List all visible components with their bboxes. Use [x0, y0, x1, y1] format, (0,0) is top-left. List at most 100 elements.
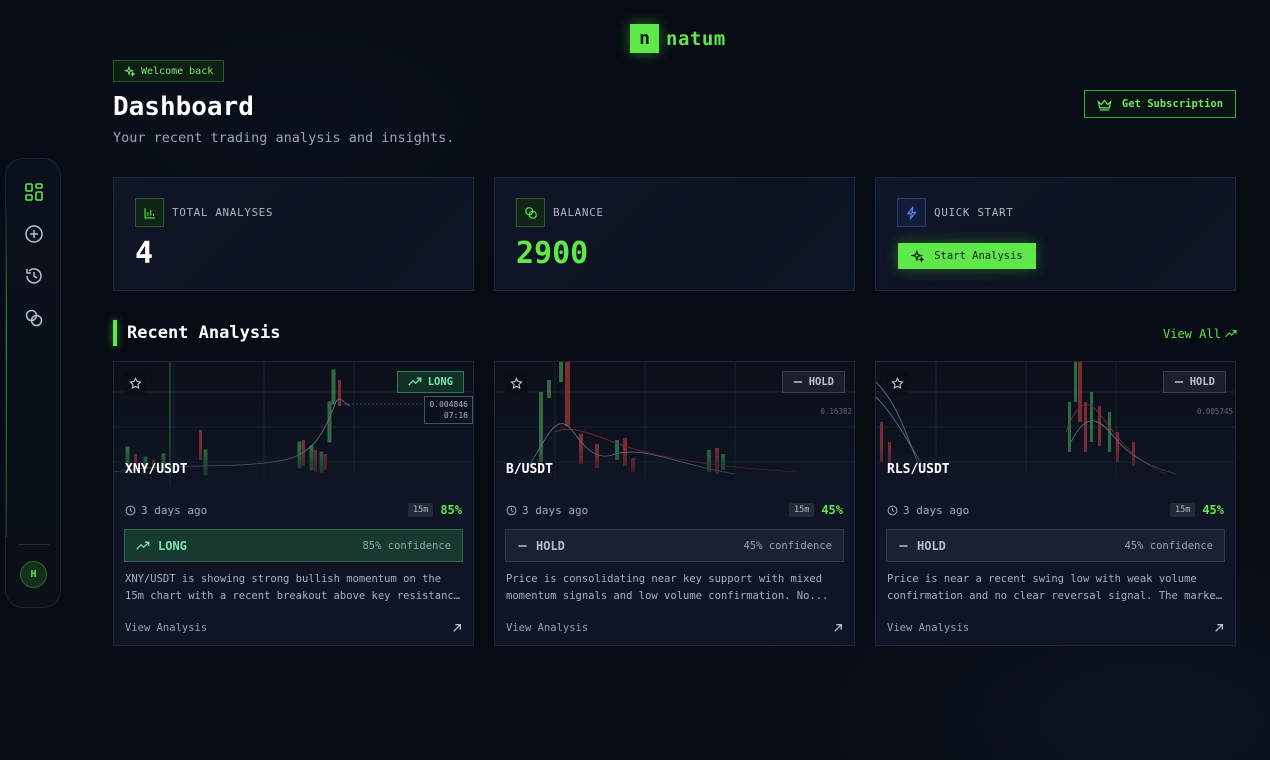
section-accent-bar — [113, 320, 117, 346]
plus-circle-icon — [25, 225, 43, 243]
confidence-text: 85% confidence — [362, 539, 451, 552]
sidebar-item-new-analysis[interactable] — [23, 223, 45, 245]
coins-icon — [516, 198, 545, 227]
analysis-description: Price is consolidating near key support … — [506, 571, 844, 605]
description-line: 15m chart with a recent breakout above k… — [125, 590, 463, 602]
welcome-text: Welcome back — [141, 65, 214, 77]
signal-row: HOLD 45% confidence — [886, 529, 1225, 562]
star-icon — [509, 376, 523, 389]
pair-name: B/USDT — [506, 462, 553, 477]
sidebar-divider — [19, 544, 49, 545]
time-ago: 3 days ago — [141, 503, 208, 517]
sidebar-item-dashboard[interactable] — [23, 181, 45, 203]
pair-name: RLS/USDT — [887, 462, 950, 477]
price-label: 0.005745 — [1196, 407, 1233, 416]
price-value: 0.004846 — [429, 400, 468, 409]
trending-up-icon — [136, 541, 150, 550]
confidence-text: 45% confidence — [743, 539, 832, 552]
trending-up-icon — [407, 377, 422, 386]
view-analysis-link[interactable]: View Analysis — [887, 622, 1224, 634]
analysis-description: Price is near a recent swing low with we… — [887, 571, 1225, 605]
timeframe-badge: 15m — [788, 503, 815, 517]
favorite-button[interactable] — [124, 372, 146, 394]
card-meta: 3 days ago 15m 45% — [506, 502, 843, 518]
view-analysis-link[interactable]: View Analysis — [506, 622, 843, 634]
trending-up-icon — [1224, 330, 1237, 338]
signal-name: LONG — [158, 538, 187, 553]
confidence-percent: 45% — [1202, 503, 1224, 517]
clock-icon — [506, 505, 517, 515]
sparkles-icon — [124, 65, 135, 77]
description-line: momentum signals and low volume confirma… — [506, 590, 829, 602]
favorite-button[interactable] — [505, 372, 527, 394]
get-subscription-button[interactable]: Get Subscription — [1084, 90, 1236, 118]
card-meta: 3 days ago 15m 45% — [887, 502, 1224, 518]
arrow-up-right-icon — [834, 624, 842, 632]
signal-badge-label: HOLD — [808, 376, 834, 388]
view-all-link[interactable]: View All — [1163, 327, 1237, 341]
description-line: XNY/USDT is showing strong bullish momen… — [125, 573, 442, 585]
confidence-percent: 85% — [440, 503, 462, 517]
lightning-icon — [897, 198, 926, 227]
arrow-up-right-icon — [453, 624, 461, 632]
bar-chart-icon — [135, 198, 164, 227]
description-line: Price is near a recent swing low with we… — [887, 573, 1197, 585]
timeframe-badge: 15m — [407, 503, 434, 517]
signal-row: LONG 85% confidence — [124, 529, 463, 562]
stat-card-quick-start: QUICK START Start Analysis — [875, 177, 1236, 291]
signal-name: HOLD — [917, 538, 946, 553]
star-icon — [128, 376, 142, 389]
analysis-card[interactable]: 0.005745 HOLD RLS/USDT 3 days ago 15m 45… — [875, 361, 1236, 646]
view-analysis-label: View Analysis — [887, 622, 970, 634]
welcome-badge: Welcome back — [113, 60, 225, 82]
price-tag: 0.004846 07:16 — [424, 396, 473, 424]
signal-badge: HOLD — [1162, 371, 1226, 393]
crown-icon — [1097, 98, 1112, 111]
analysis-card[interactable]: 0.004846 07:16 LONG XNY/USDT 3 days ago … — [113, 361, 474, 646]
sidebar-item-history[interactable] — [23, 265, 45, 287]
avatar[interactable]: H — [20, 561, 47, 588]
clock-icon — [125, 505, 136, 515]
minus-icon — [899, 544, 908, 547]
price-label: 0.16382 — [820, 407, 852, 416]
page-title: Dashboard — [113, 92, 254, 122]
time-ago: 3 days ago — [522, 503, 589, 517]
stat-card-total-analyses: TOTAL ANALYSES 4 — [113, 177, 474, 291]
view-analysis-link[interactable]: View Analysis — [125, 622, 462, 634]
view-analysis-label: View Analysis — [125, 622, 208, 634]
timeframe-badge: 15m — [1169, 503, 1196, 517]
history-icon — [26, 268, 42, 284]
arrow-up-right-icon — [1215, 624, 1223, 632]
minus-icon — [1174, 381, 1183, 383]
sidebar: H — [5, 158, 61, 608]
card-meta: 3 days ago 15m 85% — [125, 502, 462, 518]
description-line: Price is consolidating near key support … — [506, 573, 823, 585]
signal-badge: HOLD — [781, 371, 845, 393]
analysis-card[interactable]: 0.16382 HOLD B/USDT 3 days ago 15m 45% H… — [494, 361, 855, 646]
minus-icon — [793, 381, 802, 383]
confidence-percent: 45% — [821, 503, 843, 517]
favorite-button[interactable] — [886, 372, 908, 394]
stat-label: TOTAL ANALYSES — [172, 206, 274, 219]
sidebar-item-coins[interactable] — [23, 307, 45, 329]
stat-value-balance: 2900 — [516, 236, 589, 271]
get-subscription-label: Get Subscription — [1121, 98, 1224, 110]
stat-label: BALANCE — [553, 206, 604, 219]
price-time: 07:16 — [443, 411, 468, 420]
logo-text: natum — [666, 27, 726, 50]
coins-icon — [25, 309, 43, 327]
stat-label: QUICK START — [934, 206, 1014, 219]
app-logo[interactable]: n natum — [630, 24, 726, 53]
signal-row: HOLD 45% confidence — [505, 529, 844, 562]
section-title: Recent Analysis — [127, 323, 281, 343]
dashboard-icon — [25, 183, 43, 201]
view-analysis-label: View Analysis — [506, 622, 589, 634]
signal-name: HOLD — [536, 538, 565, 553]
start-analysis-button[interactable]: Start Analysis — [898, 243, 1036, 269]
logo-mark: n — [630, 24, 659, 53]
view-all-label: View All — [1163, 327, 1221, 341]
analysis-description: XNY/USDT is showing strong bullish momen… — [125, 571, 463, 605]
start-analysis-label: Start Analysis — [934, 250, 1023, 262]
time-ago: 3 days ago — [903, 503, 970, 517]
signal-badge-label: HOLD — [1189, 376, 1215, 388]
